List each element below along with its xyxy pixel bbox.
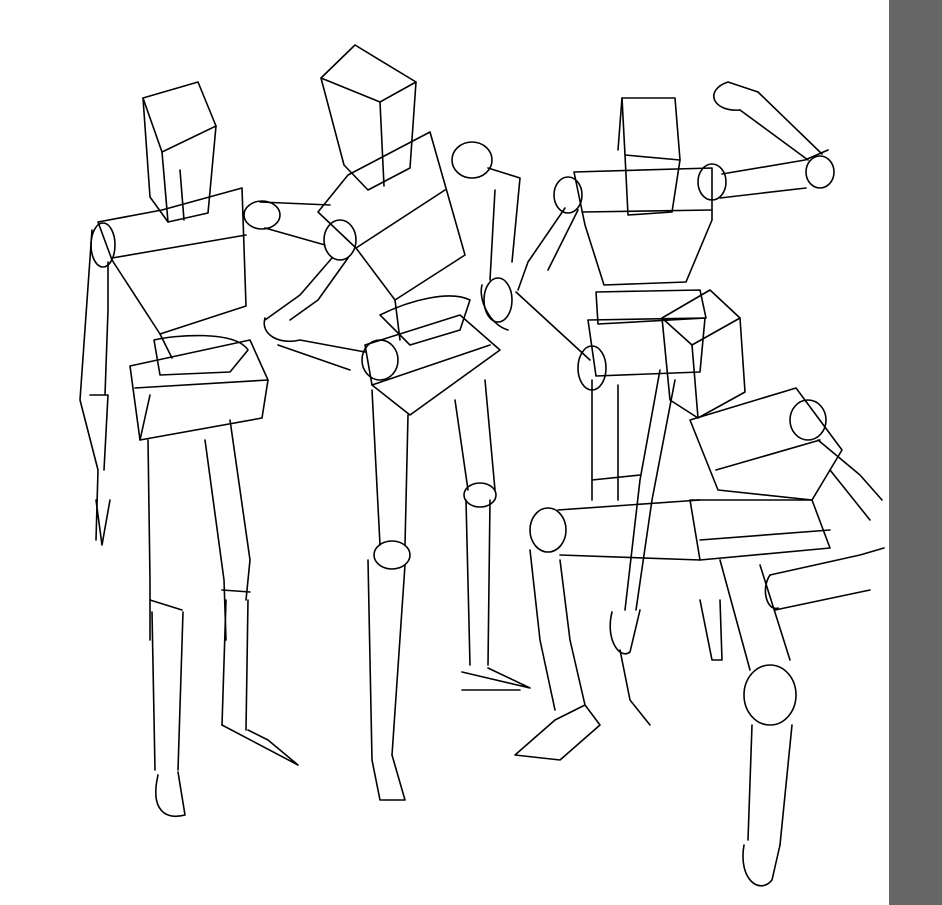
- side-panel: [889, 0, 942, 905]
- drawing-stage: [0, 0, 942, 905]
- sketch-canvas: [0, 0, 889, 905]
